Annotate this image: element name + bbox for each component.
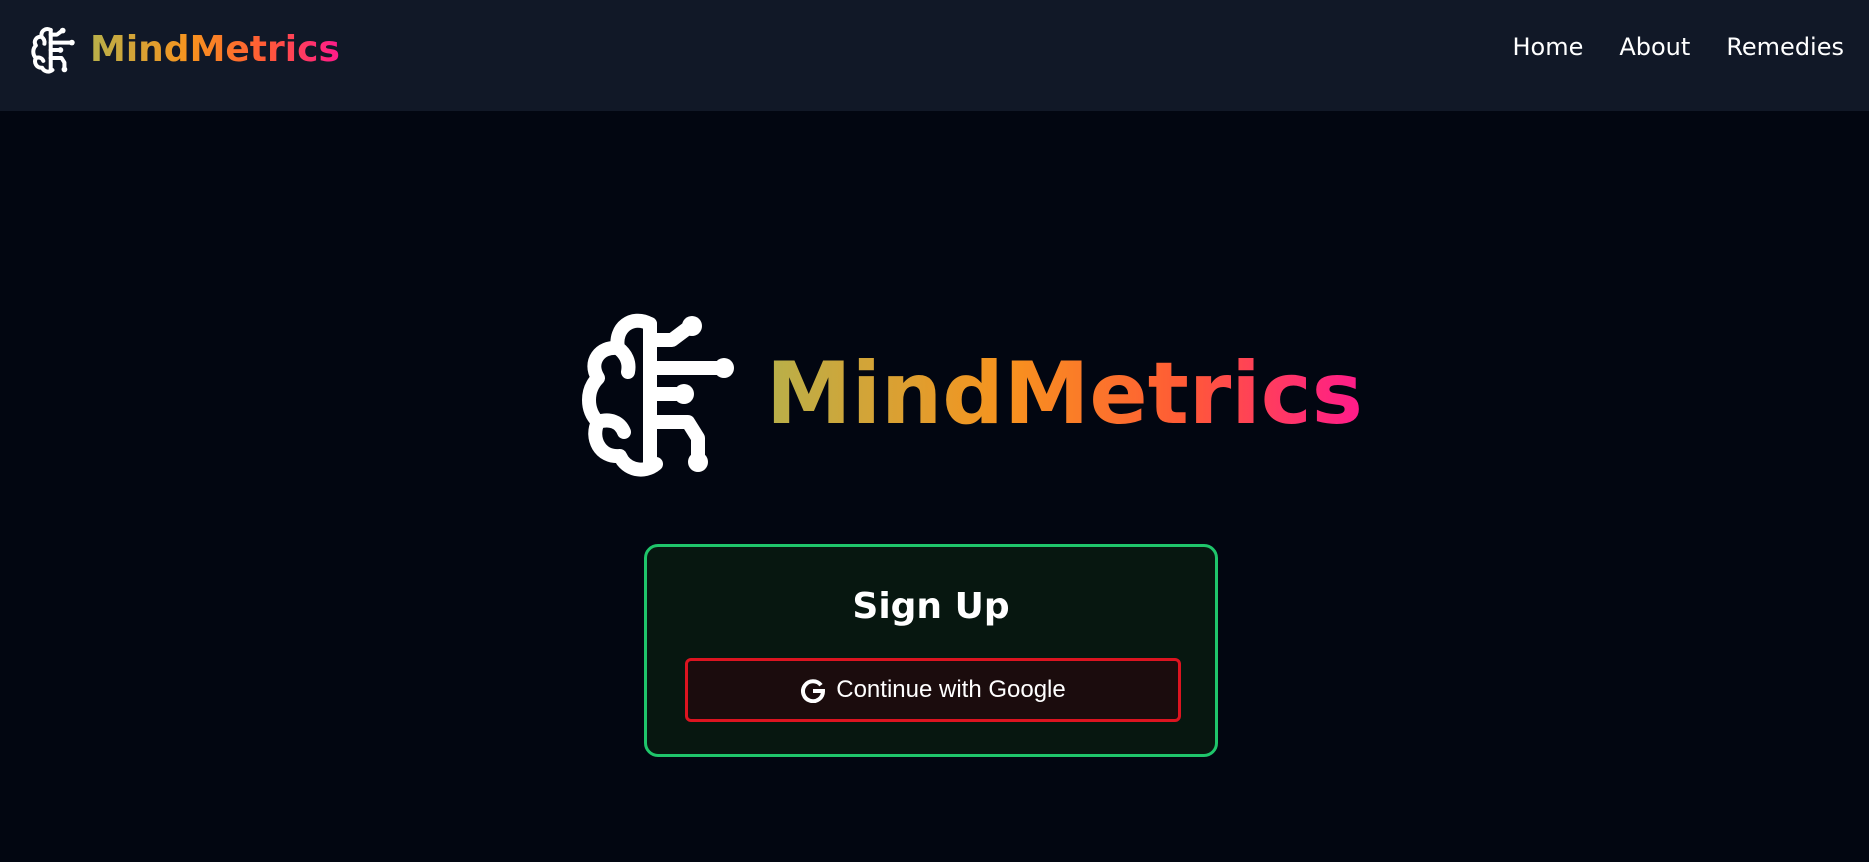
brand-name: MindMetrics	[90, 29, 340, 70]
hero-brand-name: MindMetrics	[766, 344, 1363, 444]
nav-brand[interactable]: MindMetrics	[30, 26, 340, 74]
signup-card: Sign Up Continue with Google	[644, 544, 1218, 757]
nav-links: Home About Remedies	[1512, 33, 1844, 61]
hero-logo: MindMetrics	[580, 310, 1363, 478]
continue-with-google-button[interactable]: Continue with Google	[685, 658, 1181, 722]
nav-link-home[interactable]: Home	[1512, 33, 1583, 61]
nav-link-remedies[interactable]: Remedies	[1726, 33, 1844, 61]
google-button-label: Continue with Google	[836, 676, 1066, 703]
brain-circuit-icon	[31, 27, 75, 74]
nav-link-about[interactable]: About	[1619, 33, 1690, 61]
brain-circuit-icon	[582, 313, 734, 477]
navbar: MindMetrics Home About Remedies	[0, 0, 1869, 111]
google-g-icon	[801, 679, 826, 703]
signup-title: Sign Up	[852, 586, 1010, 627]
